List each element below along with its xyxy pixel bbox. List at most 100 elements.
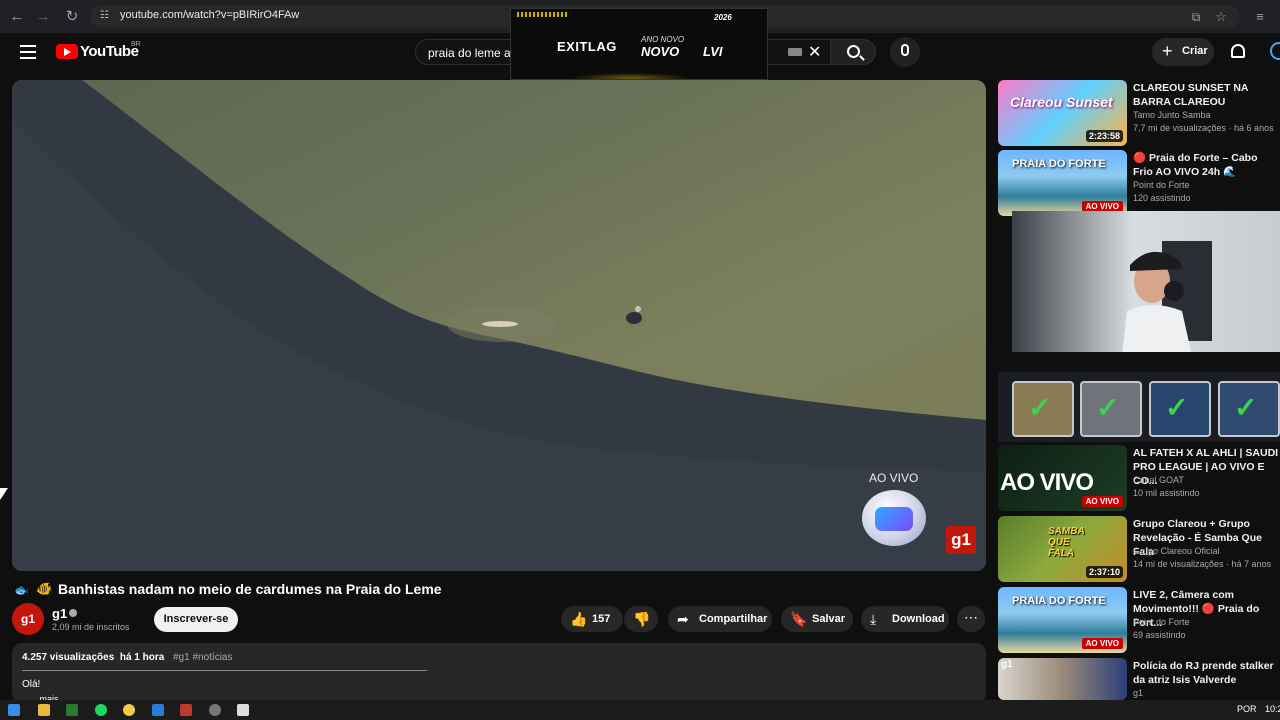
game-overlay: ✓ ✓ ✓ ✓	[998, 372, 1280, 442]
hashtags[interactable]: #g1 #notícias	[173, 652, 233, 663]
video-thumbnail[interactable]: PRAIA DO FORTE AO VIVO	[998, 587, 1127, 653]
app-icon[interactable]	[152, 704, 164, 716]
fish-icon: 🐟	[14, 583, 29, 597]
g1-logo: g1	[946, 526, 976, 554]
recommendation-item[interactable]: PRAIA DO FORTE AO VIVO 🔴 Praia do Forte …	[998, 150, 1280, 216]
game-tile: ✓	[1012, 381, 1074, 437]
windows-taskbar: POR 10:2	[0, 700, 1280, 720]
recommendation-title: 🔴 Praia do Forte – Cabo Frio AO VIVO 24h…	[1133, 152, 1258, 178]
ad-brand: EXITLAG	[557, 39, 617, 54]
create-label: Criar	[1182, 45, 1208, 57]
install-app-icon[interactable]: ⧉	[1186, 7, 1206, 27]
youtube-logo-icon[interactable]	[56, 44, 78, 59]
recommendation-item[interactable]: SAMBA QUE FALA 2:37:10 Grupo Clareou + G…	[998, 516, 1280, 582]
notifications-bell-icon[interactable]	[1231, 44, 1245, 58]
mouse-cursor-icon	[0, 488, 8, 500]
video-title: Banhistas nadam no meio de cardumes na P…	[58, 581, 442, 597]
recommendation-item[interactable]: AO VIVO AO VIVO AL FATEH X AL AHLI | SAU…	[998, 445, 1280, 511]
hamburger-menu-icon[interactable]	[20, 45, 36, 59]
game-tile: ✓	[1149, 381, 1211, 437]
bookmark-star-icon[interactable]: ☆	[1211, 7, 1231, 27]
channel-name[interactable]: g1	[52, 606, 67, 621]
clear-search-icon[interactable]: ✕	[808, 42, 821, 62]
recommendation-item[interactable]: PRAIA DO FORTE AO VIVO LIVE 2, Câmera co…	[998, 587, 1280, 653]
share-button[interactable]: ➦ Compartilhar	[668, 606, 772, 632]
reload-icon[interactable]: ↻	[62, 7, 82, 27]
recommendation-channel: Point do Forte	[1133, 617, 1190, 627]
dislike-button[interactable]: 👎	[624, 606, 658, 632]
thumbs-up-icon: 👍	[570, 611, 588, 627]
youtube-logo-text[interactable]: YouTube	[80, 43, 139, 60]
url-text: youtube.com/watch?v=pBIRirO4FAw	[120, 9, 300, 21]
input-language[interactable]: POR	[1237, 704, 1257, 714]
search-icon	[847, 45, 860, 58]
checkmark-icon: ✓	[1165, 392, 1189, 423]
recommendation-title: CLAREOU SUNSET NA BARRA CLAREOU	[1133, 82, 1249, 108]
keyboard-icon[interactable]	[788, 48, 802, 56]
video-duration: 2:23:58	[1085, 130, 1123, 142]
download-button[interactable]: ⤓ Download	[861, 606, 949, 632]
save-label: Salvar	[812, 613, 846, 625]
app-icon[interactable]	[209, 704, 221, 716]
ad-stripe	[517, 12, 569, 17]
recommendation-item[interactable]: Clareou Sunset 2:23:58 CLAREOU SUNSET NA…	[998, 80, 1280, 146]
spotify-icon[interactable]	[95, 704, 107, 716]
save-button[interactable]: 🔖 Salvar	[781, 606, 853, 632]
ad-year: 2026	[714, 13, 732, 22]
voice-search-button[interactable]	[890, 37, 920, 67]
app-icon[interactable]	[66, 704, 78, 716]
exitlag-ad-overlay[interactable]: 2026 EXITLAG ANO NOVO NOVO LVI	[510, 8, 768, 80]
video-thumbnail[interactable]: PRAIA DO FORTE AO VIVO	[998, 150, 1127, 216]
more-actions-button[interactable]: ⋯	[957, 606, 985, 632]
file-explorer-icon[interactable]	[38, 704, 50, 716]
video-duration: 2:37:10	[1085, 566, 1123, 578]
recommendation-meta: 10 mil assistindo	[1133, 488, 1200, 498]
plus-icon: +	[1162, 41, 1173, 61]
video-player[interactable]: AO VIVO g1	[12, 80, 986, 571]
thumbnail-text: SAMBA QUE FALA	[1048, 526, 1085, 559]
video-thumbnail[interactable]: Clareou Sunset 2:23:58	[998, 80, 1127, 146]
like-button[interactable]: 👍 157	[561, 606, 623, 632]
search-button[interactable]	[830, 39, 876, 65]
recommendation-item[interactable]: g1 Polícia do RJ prende stalker da atriz…	[998, 658, 1280, 700]
chrome-icon[interactable]	[123, 704, 135, 716]
back-icon[interactable]: ←	[7, 7, 27, 27]
recommendation-meta: 120 assistindo	[1133, 193, 1191, 203]
recommendation-channel: Tamo Junto Samba	[1133, 110, 1211, 120]
thumbnail-text: PRAIA DO FORTE	[1012, 595, 1106, 607]
recommendation-channel: Canal GOAT	[1133, 475, 1184, 485]
share-icon: ➦	[677, 611, 689, 627]
subscriber-count: 2,09 mi de inscritos	[52, 622, 130, 632]
site-info-icon[interactable]: ☷	[100, 10, 113, 23]
create-button[interactable]: + Criar	[1152, 38, 1214, 66]
app-icon[interactable]	[237, 704, 249, 716]
more-dots-icon: ⋯	[964, 609, 978, 625]
live-label: AO VIVO	[869, 471, 919, 485]
recommendation-channel: g1	[1133, 688, 1144, 698]
thumbs-down-icon: 👎	[633, 611, 651, 627]
clock[interactable]: 10:2	[1265, 704, 1280, 714]
views: 4.257 visualizações	[22, 652, 115, 663]
description-text: Olá!	[22, 679, 41, 690]
recommendation-title: Polícia do RJ prende stalker da atriz Is…	[1133, 660, 1274, 686]
download-label: Download	[892, 613, 945, 625]
checkmark-icon: ✓	[1028, 392, 1052, 423]
thumbnail-text: Clareou Sunset	[1010, 94, 1113, 110]
verified-badge-icon	[69, 609, 77, 617]
video-thumbnail[interactable]: SAMBA QUE FALA 2:37:10	[998, 516, 1127, 582]
forward-icon[interactable]: →	[33, 7, 53, 27]
recommendation-channel: Point do Forte	[1133, 180, 1190, 190]
news-icon[interactable]	[180, 704, 192, 716]
description-box[interactable]: 4.257 visualizações há 1 hora #g1 #notíc…	[12, 643, 986, 703]
streamer-webcam-overlay	[1012, 211, 1280, 352]
video-thumbnail[interactable]: AO VIVO AO VIVO	[998, 445, 1127, 511]
streamer-figure	[1122, 241, 1212, 352]
windows-start-icon[interactable]	[8, 704, 20, 716]
reading-list-icon[interactable]: ≡	[1250, 7, 1270, 27]
subscribe-button[interactable]: Inscrever-se	[154, 607, 238, 632]
video-thumbnail[interactable]: g1	[998, 658, 1127, 700]
channel-avatar[interactable]: g1	[12, 603, 44, 635]
download-icon: ⤓	[870, 611, 877, 627]
recommendation-meta: 14 mi de visualizações · há 7 anos	[1133, 559, 1272, 569]
description-divider	[22, 670, 427, 671]
